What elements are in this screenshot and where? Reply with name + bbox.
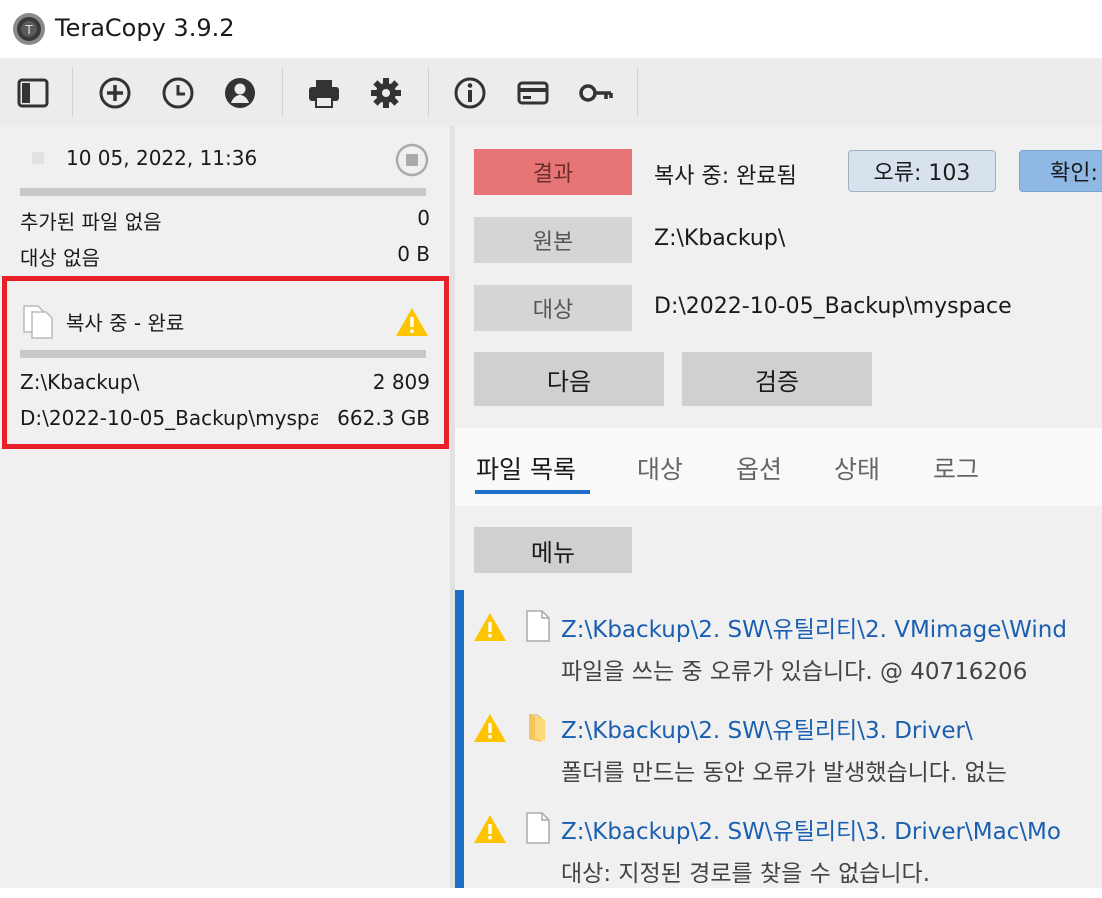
- target-path: D:\2022-10-05_Backup\myspace: [654, 294, 1012, 319]
- svg-text:T: T: [24, 23, 33, 37]
- file-icon: [526, 812, 550, 844]
- add-icon[interactable]: [95, 73, 135, 113]
- session-row-label: 추가된 파일 없음: [20, 210, 162, 234]
- session-row-value: 0 B: [397, 242, 430, 266]
- details-panel: 결과 복사 중: 완료됨 오류: 103 확인: 원본 Z:\Kbackup\ …: [455, 126, 1102, 428]
- result-value: 복사 중: 완료됨: [654, 164, 797, 189]
- toolbar: [0, 58, 1102, 126]
- warning-icon: [474, 815, 506, 843]
- info-icon[interactable]: [450, 73, 490, 113]
- error-message: 대상: 지정된 경로를 찾을 수 없습니다.: [561, 861, 931, 887]
- list-item[interactable]: Z:\Kbackup\2. SW\유틸리티\2. VMimage\Wind 파일…: [455, 596, 1102, 696]
- error-message: 파일을 쓰는 중 오류가 있습니다. @ 40716206: [561, 659, 1028, 685]
- error-message: 폴더를 만드는 동안 오류가 발생했습니다. 없는: [561, 760, 1007, 786]
- session-status-icon: [32, 152, 44, 164]
- card-icon[interactable]: [513, 73, 553, 113]
- file-path: Z:\Kbackup\2. SW\유틸리티\2. VMimage\Wind: [561, 617, 1067, 643]
- app-icon: T: [13, 13, 45, 45]
- gear-icon[interactable]: [366, 73, 406, 113]
- file-icon: [526, 610, 550, 642]
- list-item[interactable]: Z:\Kbackup\2. SW\유틸리티\3. Driver\ 폴더를 만드는…: [455, 697, 1102, 797]
- session-progress-bar: [20, 188, 426, 196]
- tab-log[interactable]: 로그: [933, 450, 979, 486]
- file-path: Z:\Kbackup\2. SW\유틸리티\3. Driver\Mac\Mo: [561, 819, 1061, 845]
- tab-bar: 파일 목록 대상 옵션 상태 로그: [455, 428, 1102, 506]
- selected-session-highlight: [2, 276, 449, 449]
- stop-icon[interactable]: [394, 142, 430, 178]
- toolbar-separator: [72, 68, 73, 116]
- session-row-value: 0: [417, 206, 430, 230]
- file-list-panel: 메뉴 Z:\Kbackup\2. SW\유틸리티\2. VMimage\Wind…: [455, 506, 1102, 888]
- source-path: Z:\Kbackup\: [654, 226, 786, 251]
- panel-icon[interactable]: [13, 73, 53, 113]
- active-tab-indicator: [475, 490, 590, 494]
- tab-status[interactable]: 상태: [834, 450, 880, 486]
- tab-target[interactable]: 대상: [637, 450, 683, 486]
- toolbar-separator: [282, 68, 283, 116]
- title-bar: T TeraCopy 3.9.2: [0, 0, 1102, 58]
- session-row-label: 대상 없음: [20, 246, 100, 270]
- history-icon[interactable]: [158, 73, 198, 113]
- errors-pill[interactable]: 오류: 103: [848, 150, 996, 192]
- session-title[interactable]: 10 05, 2022, 11:36: [66, 146, 257, 170]
- folder-icon: [529, 714, 545, 742]
- session-panel: 10 05, 2022, 11:36 추가된 파일 없음 0 대상 없음 0 B…: [0, 126, 450, 888]
- warning-icon: [474, 613, 506, 641]
- source-label: 원본: [474, 217, 632, 263]
- list-item[interactable]: Z:\Kbackup\2. SW\유틸리티\3. Driver\Mac\Mo 대…: [455, 798, 1102, 898]
- user-icon[interactable]: [220, 73, 260, 113]
- result-label: 결과: [474, 149, 632, 195]
- tab-file-list[interactable]: 파일 목록: [476, 450, 576, 486]
- window-title: TeraCopy 3.9.2: [55, 14, 235, 42]
- verify-button[interactable]: 검증: [682, 352, 872, 406]
- print-icon[interactable]: [304, 73, 344, 113]
- next-button[interactable]: 다음: [474, 352, 664, 406]
- menu-button[interactable]: 메뉴: [474, 527, 632, 573]
- toolbar-separator: [637, 68, 638, 116]
- tab-options[interactable]: 옵션: [736, 450, 782, 486]
- warning-icon: [474, 714, 506, 742]
- ok-pill[interactable]: 확인:: [1019, 150, 1102, 192]
- target-label: 대상: [474, 285, 632, 331]
- key-icon[interactable]: [576, 73, 616, 113]
- file-path: Z:\Kbackup\2. SW\유틸리티\3. Driver\: [561, 718, 973, 744]
- toolbar-separator: [428, 68, 429, 116]
